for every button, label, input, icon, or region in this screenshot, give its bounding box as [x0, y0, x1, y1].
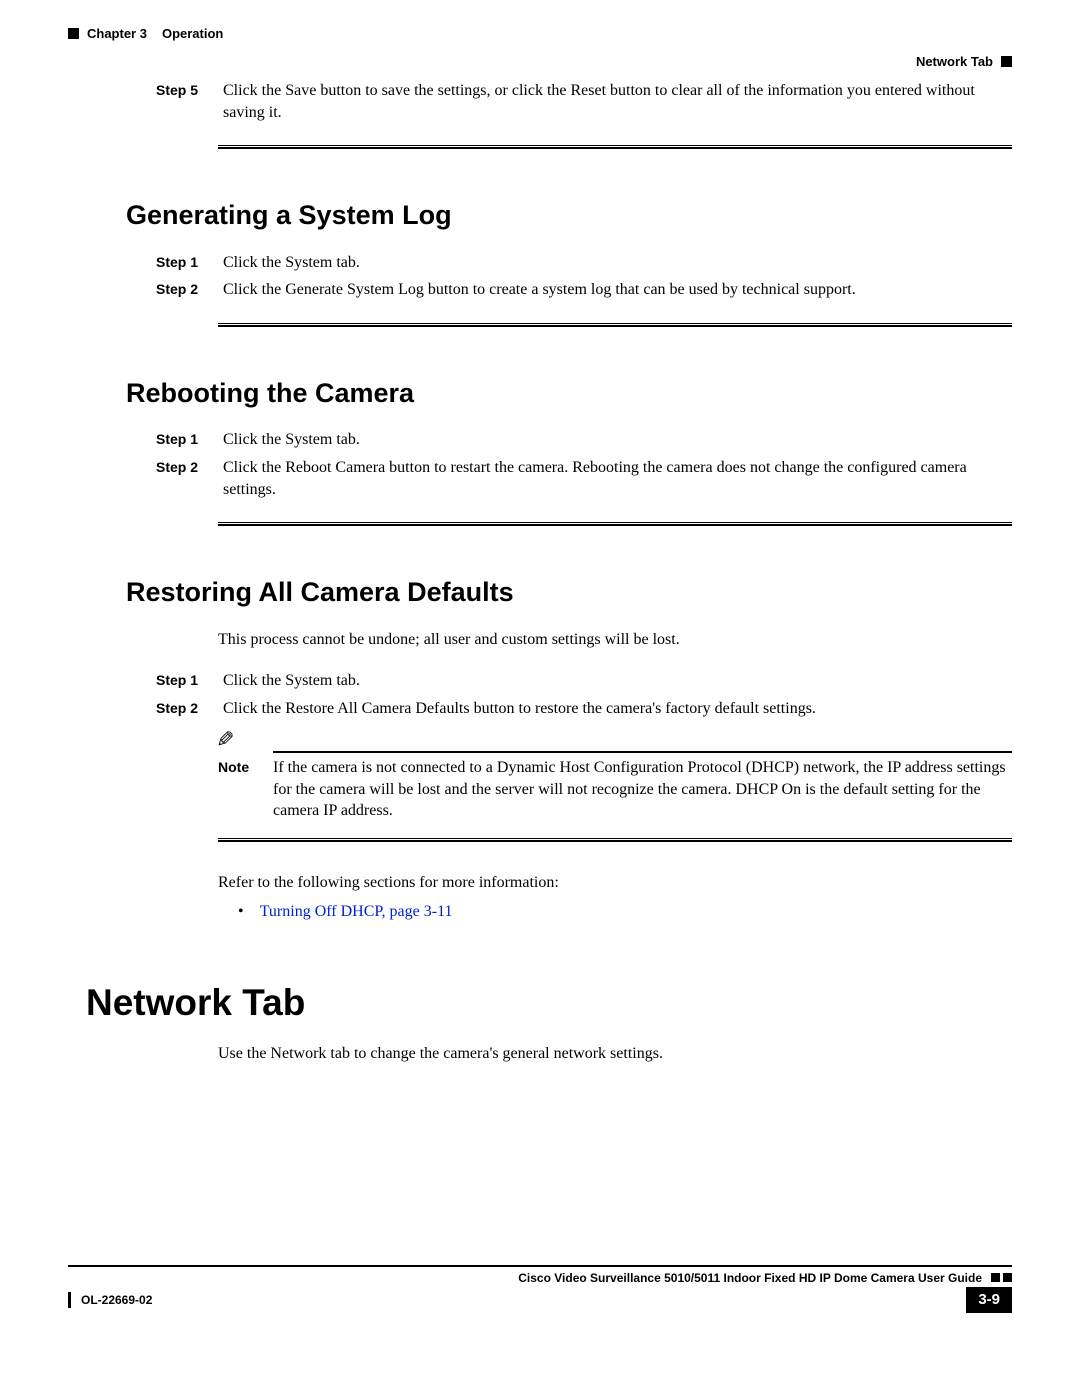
heading-rebooting-camera: Rebooting the Camera — [126, 375, 1012, 411]
step-text: Click the Restore All Camera Defaults bu… — [223, 698, 1012, 720]
heading-network-tab: Network Tab — [86, 978, 1012, 1028]
page-footer: Cisco Video Surveillance 5010/5011 Indoo… — [68, 1265, 1012, 1313]
header-section-line: Network Tab — [68, 53, 1012, 71]
header-marker-icon — [68, 28, 79, 39]
section-rule — [218, 145, 1012, 149]
reboot-steps: Step 1 Click the System tab. Step 2 Clic… — [68, 429, 1012, 526]
footer-marker-icon — [1003, 1273, 1012, 1282]
pencil-icon: ✎ — [216, 725, 234, 755]
footer-doc-id: OL-22669-02 — [81, 1292, 152, 1308]
step-label: Step 2 — [68, 458, 223, 477]
chapter-number: Chapter 3 — [87, 25, 147, 43]
header-right-marker-icon — [1001, 56, 1012, 67]
step-text: Click the System tab. — [223, 670, 1012, 692]
note-rule — [273, 751, 1012, 753]
header-chapter-line: Chapter 3 Operation — [68, 25, 1012, 43]
step-text: Click the Save button to save the settin… — [223, 80, 1012, 123]
footer-guide-title: Cisco Video Surveillance 5010/5011 Indoo… — [518, 1270, 982, 1286]
page-header: Chapter 3 Operation Network Tab — [68, 25, 1012, 70]
header-section-label: Network Tab — [916, 53, 993, 71]
step-label: Step 1 — [68, 671, 223, 690]
link-turning-off-dhcp[interactable]: Turning Off DHCP, page 3-11 — [260, 903, 453, 920]
list-item: Turning Off DHCP, page 3-11 — [238, 901, 1012, 923]
refer-text: Refer to the following sections for more… — [218, 872, 1012, 894]
note-label: Note — [218, 758, 273, 777]
step-text: Click the Generate System Log button to … — [223, 279, 1012, 301]
page-number-badge: 3-9 — [966, 1287, 1012, 1313]
section-rule — [218, 323, 1012, 327]
step-label: Step 2 — [68, 699, 223, 718]
step-text: Click the System tab. — [223, 252, 1012, 274]
refer-list: Turning Off DHCP, page 3-11 — [238, 901, 1012, 923]
step-label: Step 1 — [68, 430, 223, 449]
restore-intro: This process cannot be undone; all user … — [218, 629, 1012, 651]
step-label: Step 1 — [68, 253, 223, 272]
section-rule — [218, 522, 1012, 526]
footer-bar-icon — [68, 1292, 71, 1308]
chapter-title: Operation — [162, 25, 223, 43]
step-text: Click the Reboot Camera button to restar… — [223, 457, 1012, 500]
section-rule — [218, 838, 1012, 842]
network-intro: Use the Network tab to change the camera… — [218, 1043, 1012, 1065]
continuing-steps: Step 5 Click the Save button to save the… — [68, 80, 1012, 149]
footer-marker-icon — [991, 1273, 1000, 1282]
syslog-steps: Step 1 Click the System tab. Step 2 Clic… — [68, 252, 1012, 327]
heading-generating-system-log: Generating a System Log — [126, 197, 1012, 233]
step-label: Step 2 — [68, 280, 223, 299]
note-text: If the camera is not connected to a Dyna… — [273, 757, 1012, 822]
step-text: Click the System tab. — [223, 429, 1012, 451]
heading-restoring-defaults: Restoring All Camera Defaults — [126, 574, 1012, 610]
note-block: ✎ Note If the camera is not connected to… — [218, 725, 1012, 821]
step-label: Step 5 — [68, 81, 223, 100]
restore-steps: Step 1 Click the System tab. Step 2 Clic… — [68, 670, 1012, 719]
